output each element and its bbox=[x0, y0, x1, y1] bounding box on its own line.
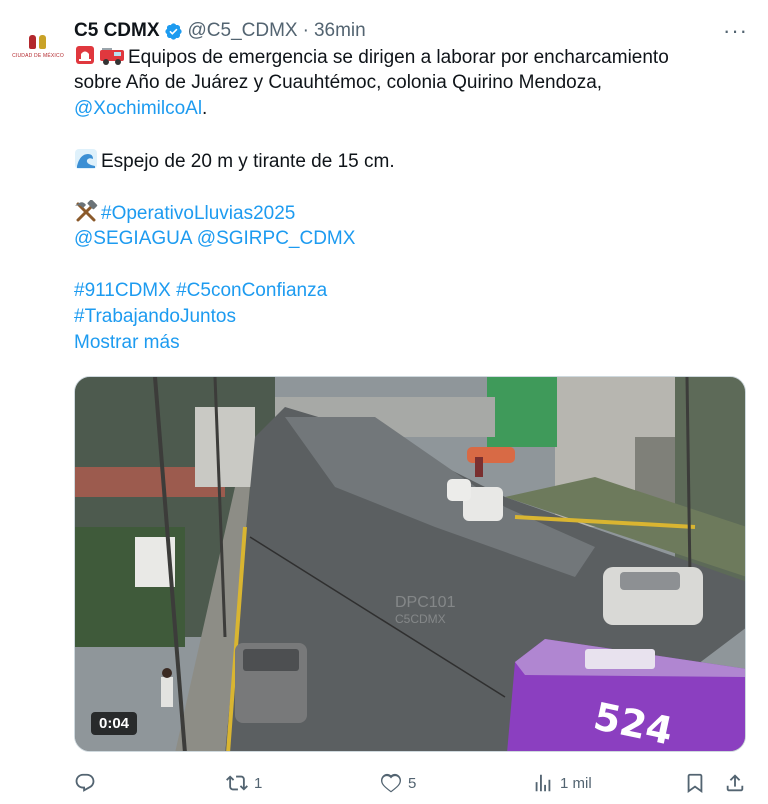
watermark-c5: C5CDMX bbox=[395, 612, 446, 626]
hashtag-trabajando-juntos[interactable]: #TrabajandoJuntos bbox=[74, 306, 236, 327]
bookmark-icon bbox=[687, 773, 703, 794]
timestamp[interactable]: 36min bbox=[314, 20, 366, 42]
share-icon bbox=[726, 774, 744, 792]
reply-icon bbox=[75, 773, 95, 792]
display-name[interactable]: C5 CDMX bbox=[74, 20, 160, 42]
water-wave-emoji bbox=[75, 149, 97, 169]
video-duration: 0:04 bbox=[91, 712, 138, 735]
fire-engine-emoji bbox=[100, 48, 124, 65]
tweet-line-2: sobre Año de Juárez y Cuauhtémoc, coloni… bbox=[74, 72, 603, 93]
rotating-light-emoji bbox=[76, 46, 94, 64]
video-frame: 524 DPC101 C5CDMX bbox=[75, 377, 745, 751]
share-button[interactable] bbox=[724, 768, 746, 798]
avatar[interactable]: CIUDAD DE MÉXICO bbox=[12, 22, 64, 70]
heart-icon bbox=[380, 773, 402, 793]
hashtag-c5-con-confianza[interactable]: #C5conConfianza bbox=[176, 280, 327, 301]
period: . bbox=[202, 98, 208, 119]
separator-dot: · bbox=[302, 20, 309, 41]
mention-xochimilco[interactable]: @XochimilcoAl bbox=[74, 98, 202, 119]
like-count: 5 bbox=[408, 774, 417, 792]
mention-segiagua[interactable]: @SEGIAGUA bbox=[74, 228, 192, 249]
retweet-count: 1 bbox=[254, 774, 263, 792]
avatar-logo-text: CIUDAD DE MÉXICO bbox=[12, 53, 64, 59]
views-chart-icon bbox=[535, 774, 551, 792]
like-button[interactable]: 5 bbox=[380, 768, 416, 798]
tweet-line-4: Espejo de 20 m y tirante de 15 cm. bbox=[101, 151, 395, 172]
hashtag-911cdmx[interactable]: #911CDMX bbox=[74, 280, 171, 301]
views-button[interactable]: 1 mil bbox=[532, 768, 592, 798]
cdmx-logo-icon bbox=[27, 33, 49, 51]
views-count: 1 mil bbox=[560, 774, 592, 792]
hashtag-operativo-lluvias[interactable]: #OperativoLluvias2025 bbox=[101, 203, 295, 224]
retweet-button[interactable]: 1 bbox=[226, 768, 262, 798]
more-options-icon[interactable]: ··· bbox=[723, 18, 748, 44]
video-player[interactable]: 524 DPC101 C5CDMX 0:04 bbox=[74, 376, 746, 752]
action-bar: 1 5 1 mil bbox=[74, 768, 750, 798]
bookmark-button[interactable] bbox=[684, 768, 706, 798]
reply-button[interactable] bbox=[74, 768, 102, 798]
verified-badge-icon bbox=[164, 22, 182, 40]
tweet-line-1: Equipos de emergencia se dirigen a labor… bbox=[128, 47, 669, 68]
handle[interactable]: @C5_CDMX bbox=[188, 20, 298, 42]
hammer-and-pick-emoji bbox=[75, 200, 98, 222]
tweet-text: Equipos de emergencia se dirigen a labor… bbox=[74, 44, 744, 356]
watermark-dpc: DPC101 bbox=[395, 594, 456, 611]
show-more-link[interactable]: Mostrar más bbox=[74, 332, 180, 353]
mention-sgirpc[interactable]: @SGIRPC_CDMX bbox=[197, 228, 356, 249]
retweet-icon bbox=[226, 775, 248, 791]
tweet-header: C5 CDMX @C5_CDMX · 36min bbox=[74, 18, 366, 44]
tweet-card[interactable]: CIUDAD DE MÉXICO C5 CDMX @C5_CDMX · 36mi… bbox=[0, 0, 768, 804]
